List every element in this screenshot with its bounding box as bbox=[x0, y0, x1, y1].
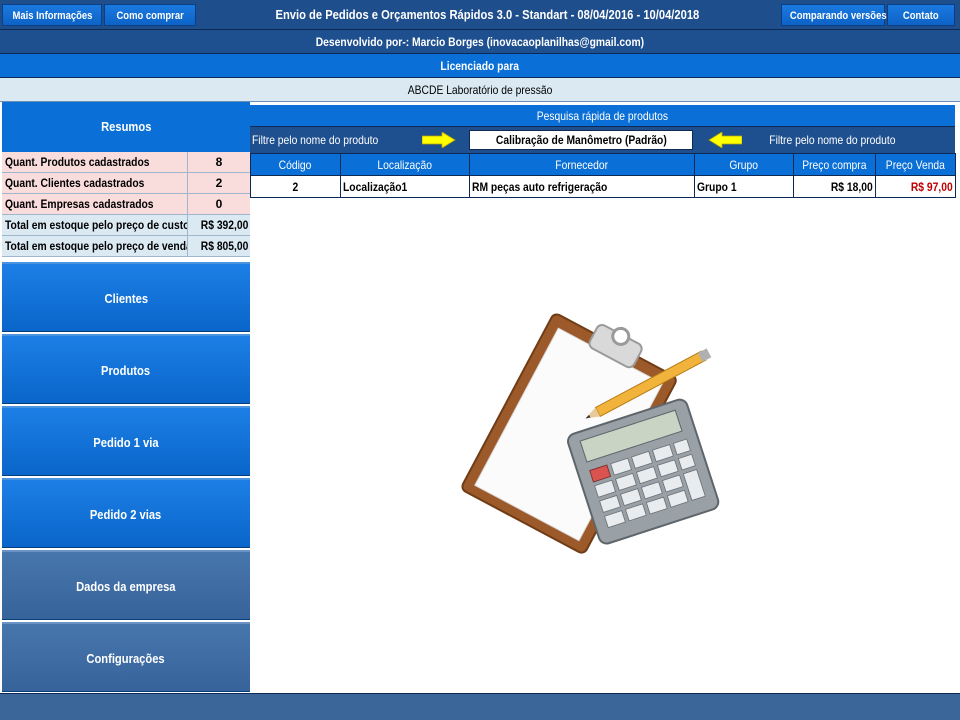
stat-value: 0 bbox=[188, 194, 250, 214]
summary-header: Resumos bbox=[2, 102, 250, 152]
order-1-copy-button[interactable]: Pedido 1 via bbox=[2, 406, 250, 476]
stat-value: 2 bbox=[188, 173, 250, 193]
license-label: Licenciado para bbox=[0, 54, 960, 78]
cell-supplier: RM peças auto refrigeração bbox=[469, 175, 695, 198]
app-title: Envio de Pedidos e Orçamentos Rápidos 3.… bbox=[275, 7, 700, 22]
col-sale-price: Preço Venda bbox=[875, 153, 956, 176]
quick-search-title: Pesquisa rápida de produtos bbox=[250, 105, 955, 127]
cell-purchase-price: R$ 18,00 bbox=[793, 175, 876, 198]
order-2-copies-button[interactable]: Pedido 2 vias bbox=[2, 478, 250, 548]
top-bar: Mais Informações Como comprar Envio de P… bbox=[0, 0, 960, 30]
more-info-button[interactable]: Mais Informações bbox=[2, 4, 102, 26]
settings-button[interactable]: Configurações bbox=[2, 622, 250, 692]
stat-value: R$ 392,00 bbox=[200, 218, 248, 232]
contact-button[interactable]: Contato bbox=[887, 4, 955, 26]
filter-hint-right: Filtre pelo nome do produto bbox=[769, 133, 896, 147]
stat-value: R$ 805,00 bbox=[200, 239, 248, 253]
products-button[interactable]: Produtos bbox=[2, 334, 250, 404]
stat-label: Total em estoque pelo preço de custo bbox=[5, 218, 188, 232]
col-group: Grupo bbox=[694, 153, 794, 176]
developer-info: Desenvolvido por-: Marcio Borges (inovac… bbox=[0, 30, 960, 54]
right-arrow-icon bbox=[422, 132, 456, 148]
col-location: Localização bbox=[340, 153, 470, 176]
clipboard-calculator-illustration bbox=[461, 313, 720, 554]
summary-stats: Quant. Produtos cadastrados 8 Quant. Cli… bbox=[2, 152, 250, 257]
company-data-button[interactable]: Dados da empresa bbox=[2, 550, 250, 620]
table-header: Código Localização Fornecedor Grupo Preç… bbox=[250, 153, 956, 176]
col-purchase-price: Preço compra bbox=[793, 153, 876, 176]
stat-row-clients: Quant. Clientes cadastrados 2 bbox=[2, 173, 250, 194]
stat-row-cost-total: Total em estoque pelo preço de custo R$ … bbox=[2, 215, 250, 236]
stat-label: Quant. Produtos cadastrados bbox=[5, 155, 150, 169]
stat-row-sale-total: Total em estoque pelo preço de venda R$ … bbox=[2, 236, 250, 257]
stat-row-products: Quant. Produtos cadastrados 8 bbox=[2, 152, 250, 173]
cell-location: Localização1 bbox=[340, 175, 470, 198]
table-row[interactable]: 2 Localização1 RM peças auto refrigeraçã… bbox=[250, 175, 956, 198]
filter-row: Filtre pelo nome do produto Calibração d… bbox=[250, 127, 955, 153]
cell-group: Grupo 1 bbox=[694, 175, 794, 198]
filter-hint-left: Filtre pelo nome do produto bbox=[252, 133, 379, 147]
col-supplier: Fornecedor bbox=[469, 153, 695, 176]
stat-value: 8 bbox=[188, 152, 250, 172]
stat-label: Total em estoque pelo preço de venda bbox=[5, 239, 188, 253]
compare-versions-button[interactable]: Comparando versões bbox=[781, 4, 887, 26]
bottom-bar bbox=[0, 693, 960, 720]
col-code: Código bbox=[250, 153, 341, 176]
how-to-buy-button[interactable]: Como comprar bbox=[104, 4, 196, 26]
company-name: ABCDE Laboratório de pressão bbox=[0, 78, 960, 102]
stat-row-companies: Quant. Empresas cadastrados 0 bbox=[2, 194, 250, 215]
products-table: Código Localização Fornecedor Grupo Preç… bbox=[250, 153, 956, 198]
cell-code: 2 bbox=[250, 175, 341, 198]
clients-button[interactable]: Clientes bbox=[2, 262, 250, 332]
cell-sale-price: R$ 97,00 bbox=[875, 175, 956, 198]
stat-label: Quant. Clientes cadastrados bbox=[5, 176, 145, 190]
stat-label: Quant. Empresas cadastrados bbox=[5, 197, 154, 211]
product-filter-select[interactable]: Calibração de Manômetro (Padrão) bbox=[469, 130, 693, 150]
